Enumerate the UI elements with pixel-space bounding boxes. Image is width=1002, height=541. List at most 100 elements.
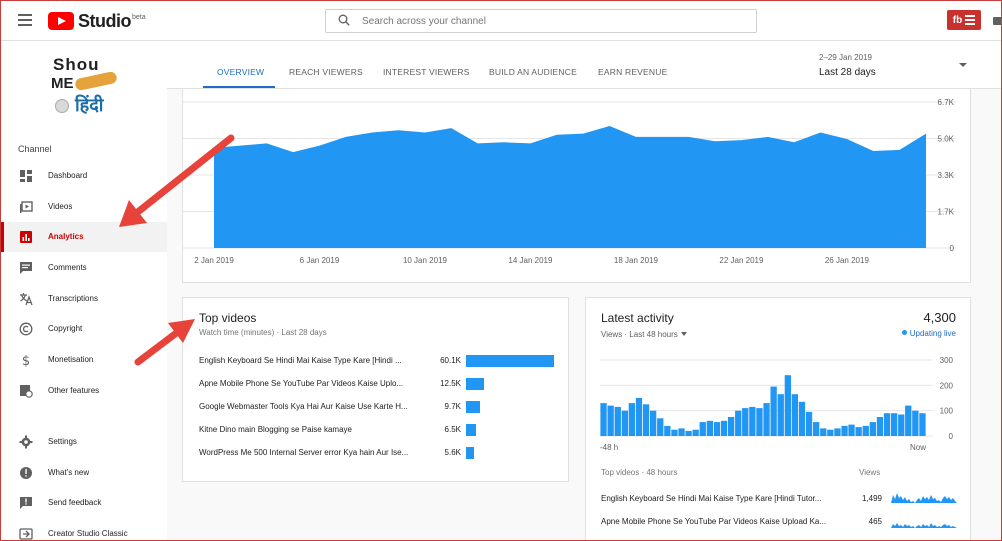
updating-live-label: Updating live xyxy=(909,329,956,338)
sidebar-item-dashboard[interactable]: Dashboard xyxy=(1,161,167,191)
top-video-bar xyxy=(466,424,476,436)
activity-bar xyxy=(791,394,798,436)
sidebar-item-label: Monetisation xyxy=(48,355,94,364)
tab-reach-viewers[interactable]: REACH VIEWERS xyxy=(289,67,363,77)
activity-bar xyxy=(600,403,607,436)
activity-bar xyxy=(763,403,770,436)
channel-avatar[interactable]: Shou ME हिंदी xyxy=(49,53,121,125)
account-badge-text: fb xyxy=(952,14,963,26)
sidebar-item-transcriptions[interactable]: Transcriptions xyxy=(1,284,167,314)
sidebar-item-send-feedback[interactable]: Send feedback xyxy=(1,488,167,518)
top-video-title[interactable]: Kitne Dino main Blogging se Paise kamaye xyxy=(199,425,415,434)
y-tick-label: 0 xyxy=(949,432,954,441)
exit-icon[interactable] xyxy=(993,17,1001,25)
activity-bar xyxy=(728,417,735,436)
top-video-title[interactable]: WordPress Me 500 Internal Server error K… xyxy=(199,448,415,457)
activity-bar xyxy=(642,404,650,436)
top-videos-card: Top videos Watch time (minutes) · Last 2… xyxy=(182,297,569,482)
date-range: 2–29 Jan 2019 xyxy=(819,53,872,62)
latest-video-sparkline xyxy=(891,493,957,503)
top-video-title[interactable]: English Keyboard Se Hindi Mai Kaise Type… xyxy=(199,356,415,365)
tab-interest-viewers[interactable]: INTEREST VIEWERS xyxy=(383,67,470,77)
activity-bar xyxy=(898,414,905,436)
studio-logo[interactable]: Studio beta xyxy=(48,11,146,31)
top-video-title[interactable]: Google Webmaster Tools Kya Hai Aur Kaise… xyxy=(199,402,415,411)
top-video-title[interactable]: Apne Mobile Phone Se YouTube Par Videos … xyxy=(199,379,415,388)
sidebar-item-other-features[interactable]: Other features xyxy=(1,376,167,406)
activity-bar xyxy=(678,428,685,436)
sidebar-item-comments[interactable]: Comments xyxy=(1,253,167,283)
sidebar-item-copyright[interactable]: Copyright xyxy=(1,314,167,344)
face-icon xyxy=(55,99,69,113)
latest-activity-bar-chart: 300 200 100 0 -48 h Now xyxy=(600,356,954,452)
top-video-row[interactable]: Google Webmaster Tools Kya Hai Aur Kaise… xyxy=(199,400,559,414)
activity-bar xyxy=(635,398,643,436)
activity-bar xyxy=(742,408,749,436)
activity-bar xyxy=(912,410,919,436)
top-video-bar xyxy=(466,378,485,390)
live-dot-icon xyxy=(901,330,907,335)
activity-bar xyxy=(827,429,834,436)
activity-bar xyxy=(621,410,628,436)
top-video-row[interactable]: WordPress Me 500 Internal Server error K… xyxy=(199,446,559,460)
sidebar-item-monetisation[interactable]: $ Monetisation xyxy=(1,345,167,375)
activity-bar xyxy=(650,410,657,436)
date-range-label[interactable]: Last 28 days xyxy=(819,67,876,78)
x-tick-label: 2 Jan 2019 xyxy=(194,256,234,265)
latest-video-title[interactable]: English Keyboard Se Hindi Mai Kaise Type… xyxy=(601,494,831,503)
beta-badge: beta xyxy=(132,13,146,21)
youtube-play-icon xyxy=(48,12,74,30)
translate-icon xyxy=(20,293,33,306)
activity-bar xyxy=(657,418,664,436)
activity-bar xyxy=(813,422,820,436)
activity-bar xyxy=(756,408,763,436)
y-tick-label: 100 xyxy=(940,407,954,416)
search-box[interactable] xyxy=(325,9,757,33)
activity-bar xyxy=(735,410,742,436)
activity-bar xyxy=(770,386,777,436)
top-video-row[interactable]: Kitne Dino main Blogging se Paise kamaye… xyxy=(199,423,559,437)
activity-bar xyxy=(805,411,813,436)
latest-video-title[interactable]: Apne Mobile Phone Se YouTube Par Videos … xyxy=(601,517,831,526)
sidebar-item-videos[interactable]: Videos xyxy=(1,192,167,222)
overview-area-series xyxy=(214,126,926,248)
activity-bar xyxy=(784,375,791,436)
sidebar-item-label: What's new xyxy=(48,468,90,477)
y-tick-label: 300 xyxy=(940,356,954,365)
search-icon xyxy=(338,14,350,26)
analytics-tabs-bar: OVERVIEW REACH VIEWERS INTEREST VIEWERS … xyxy=(167,41,1001,89)
y-tick-label: 0 xyxy=(950,244,955,253)
tab-earn-revenue[interactable]: EARN REVENUE xyxy=(598,67,667,77)
activity-bar xyxy=(891,413,898,436)
menu-icon[interactable] xyxy=(18,14,32,26)
activity-bar xyxy=(834,428,841,436)
top-video-row[interactable]: Apne Mobile Phone Se YouTube Par Videos … xyxy=(199,377,559,391)
views-period-dropdown[interactable]: Views · Last 48 hours xyxy=(601,330,687,339)
y-tick-label: 3.3K xyxy=(938,171,955,180)
top-video-row[interactable]: English Keyboard Se Hindi Mai Kaise Type… xyxy=(199,354,559,368)
chevron-down-icon xyxy=(680,332,687,336)
sidebar-item-creator-studio-classic[interactable]: Creator Studio Classic xyxy=(1,519,167,540)
top-video-bar xyxy=(466,447,475,459)
feedback-icon xyxy=(20,497,32,509)
x-tick-label: 10 Jan 2019 xyxy=(403,256,448,265)
search-input[interactable] xyxy=(362,12,742,30)
top-video-watch-time: 5.6K xyxy=(444,448,461,457)
account-menu-icon xyxy=(965,13,976,27)
tab-build-an-audience[interactable]: BUILD AN AUDIENCE xyxy=(489,67,577,77)
x-tick-label: 18 Jan 2019 xyxy=(614,256,659,265)
views-column-label: Views xyxy=(859,468,881,477)
account-avatar[interactable]: fb xyxy=(947,10,981,30)
sidebar-item-analytics[interactable]: Analytics xyxy=(1,222,167,252)
gear-icon xyxy=(19,435,33,449)
chevron-down-icon[interactable] xyxy=(959,63,967,67)
activity-bar xyxy=(713,422,721,436)
copyright-icon xyxy=(19,322,33,336)
y-tick-label: 1.7K xyxy=(938,208,955,217)
sidebar-item-whats-new[interactable]: What's new xyxy=(1,458,167,488)
latest-video-sparkline xyxy=(891,523,957,528)
activity-bar xyxy=(869,422,876,436)
tab-overview[interactable]: OVERVIEW xyxy=(217,67,264,77)
top-bar: Studio beta fb xyxy=(1,1,1001,41)
sidebar-item-settings[interactable]: Settings xyxy=(1,427,167,457)
